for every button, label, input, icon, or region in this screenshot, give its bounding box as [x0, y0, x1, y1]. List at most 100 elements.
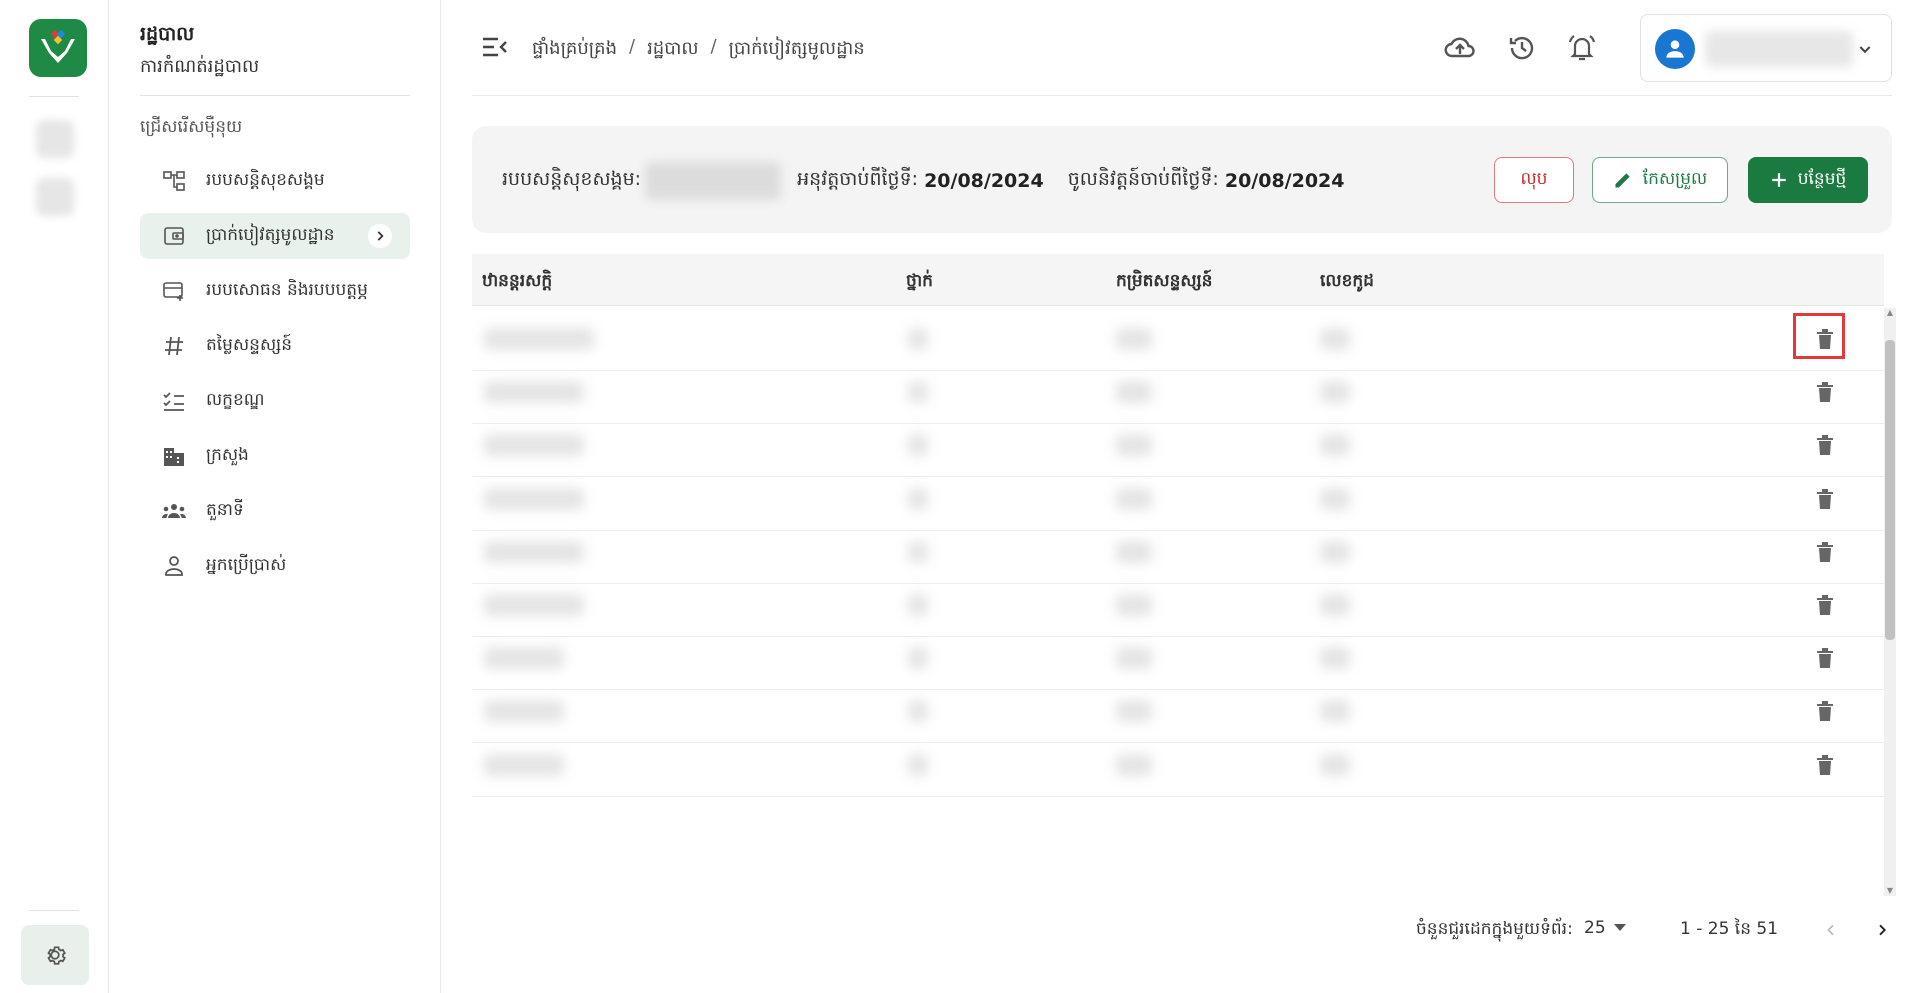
cell-rank-blurred	[484, 753, 564, 776]
row-delete-button[interactable]	[1812, 486, 1838, 512]
cell-code-blurred	[1320, 700, 1350, 723]
upload-button[interactable]	[1444, 32, 1476, 64]
column-header-index-level[interactable]: កម្រិតសន្ទស្សន៍	[1116, 270, 1212, 295]
cell-code-blurred	[1320, 540, 1350, 563]
column-header-class[interactable]: ថ្នាក់	[906, 270, 933, 295]
menu-item-label: តួនាទី	[206, 499, 244, 520]
rows-per-page-label: ចំនួនជួរដេកក្នុងមួយទំព័រ:	[1416, 919, 1573, 939]
settings-button[interactable]	[21, 925, 89, 985]
cell-rank-blurred	[484, 381, 584, 404]
history-button[interactable]	[1506, 32, 1538, 64]
data-table: ឋានន្តរសក្តិ ថ្នាក់ កម្រិតសន្ទស្សន៍ លេខក…	[472, 254, 1884, 894]
row-delete-button[interactable]	[1812, 752, 1838, 778]
retirement-date-value: 20/08/2024	[1224, 170, 1345, 192]
chevron-left-icon	[1827, 924, 1834, 936]
rail-blurred-item[interactable]	[36, 120, 74, 158]
cell-class-blurred	[908, 647, 928, 670]
breadcrumb-item-current: ប្រាក់បៀវត្សមូលដ្ឋាន	[728, 38, 865, 59]
row-delete-button[interactable]	[1812, 379, 1838, 405]
cell-rank-blurred	[484, 434, 584, 457]
menu-item-label: អ្នកប្រើប្រាស់	[206, 554, 287, 575]
cell-class-blurred	[908, 753, 928, 776]
salary-info-card: របបសន្តិសុខសង្គម: អនុវត្តចាប់ពីថ្ងៃទី: 2…	[472, 126, 1892, 233]
menu-item-roles[interactable]: តួនាទី	[140, 488, 410, 534]
scroll-up-icon[interactable]: ▲	[1885, 308, 1895, 318]
table-row[interactable]	[472, 732, 1884, 797]
bell-icon	[1568, 35, 1596, 61]
user-menu[interactable]	[1640, 14, 1892, 82]
rows-per-page-select[interactable]: 25	[1584, 918, 1626, 938]
row-delete-button[interactable]	[1812, 432, 1838, 458]
cell-rank-blurred	[484, 328, 594, 350]
app-root: រដ្ឋបាល ការកំណត់រដ្ឋបាល ជ្រើសរើសម៉ឺនុយ រ…	[0, 0, 1920, 993]
cell-rank-blurred	[484, 594, 584, 616]
breadcrumb-item-admin[interactable]: រដ្ឋបាល	[647, 36, 698, 63]
cell-code-blurred	[1320, 434, 1350, 457]
row-delete-button[interactable]	[1812, 592, 1838, 618]
rail-divider	[29, 910, 79, 911]
cell-rank-blurred	[484, 540, 584, 563]
cell-class-blurred	[908, 434, 928, 457]
hash-icon	[160, 332, 188, 360]
rail-blurred-item[interactable]	[36, 178, 74, 216]
add-new-button-label: បន្ថែមថ្មី	[1797, 168, 1847, 189]
cell-index-level-blurred	[1116, 434, 1152, 457]
row-delete-button[interactable]	[1812, 645, 1838, 671]
breadcrumb: ផ្ទាំងគ្រប់គ្រង / រដ្ឋបាល / ប្រាក់បៀវត្ស…	[532, 36, 865, 63]
cell-rank-blurred	[484, 700, 564, 723]
menu-item-label: របបសន្តិសុខសង្គម	[206, 169, 325, 190]
menu-item-ministry[interactable]: ក្រសួង	[140, 433, 410, 479]
row-delete-button[interactable]	[1812, 539, 1838, 565]
delete-button[interactable]: លុប	[1494, 157, 1574, 203]
top-header: ផ្ទាំងគ្រប់គ្រង / រដ្ឋបាល / ប្រាក់បៀវត្ស…	[472, 0, 1892, 96]
menu-item-index-value[interactable]: តម្លៃសន្ទស្សន៍	[140, 323, 410, 369]
menu-item-social-security[interactable]: របបសន្តិសុខសង្គម	[140, 158, 410, 204]
cell-class-blurred	[908, 540, 928, 563]
table-header: ឋានន្តរសក្តិ ថ្នាក់ កម្រិតសន្ទស្សន៍ លេខក…	[472, 254, 1884, 306]
scrollbar-thumb[interactable]	[1885, 340, 1895, 640]
chevron-right-icon	[1879, 924, 1886, 936]
trash-icon	[1817, 541, 1833, 562]
cell-rank-blurred	[484, 487, 584, 510]
app-logo[interactable]	[29, 19, 87, 77]
cell-index-level-blurred	[1116, 647, 1152, 670]
breadcrumb-item-dashboard[interactable]: ផ្ទាំងគ្រប់គ្រង	[532, 36, 617, 63]
trash-icon	[1817, 648, 1833, 669]
menu-item-label: របបសោធន និងរបបបត្តម្ភ	[206, 279, 368, 300]
column-header-rank[interactable]: ឋានន្តរសក្តិ	[482, 270, 552, 295]
building-icon	[160, 442, 188, 470]
group-icon	[160, 497, 188, 525]
cell-class-blurred	[908, 381, 928, 404]
add-new-button[interactable]: បន្ថែមថ្មី	[1748, 157, 1868, 203]
cell-class-blurred	[908, 487, 928, 510]
side-menu-section-label: ជ្រើសរើសម៉ឺនុយ	[140, 117, 243, 137]
menu-item-conditions[interactable]: លក្ខខណ្ឌ	[140, 378, 410, 424]
row-delete-button[interactable]	[1812, 698, 1838, 724]
side-menu-subtitle: ការកំណត់រដ្ឋបាល	[140, 56, 260, 77]
scheme-value-blurred	[645, 162, 782, 200]
side-menu-title: រដ្ឋបាល	[140, 23, 195, 45]
chevron-right-icon	[368, 224, 392, 248]
gear-icon	[47, 946, 66, 965]
scroll-down-icon[interactable]: ▼	[1885, 886, 1895, 896]
hands-logo-icon	[41, 29, 75, 63]
previous-page-button[interactable]	[1815, 914, 1847, 946]
edit-button[interactable]: កែសម្រួល	[1592, 157, 1728, 203]
cell-index-level-blurred	[1116, 487, 1152, 510]
cell-index-level-blurred	[1116, 540, 1152, 563]
column-header-code[interactable]: លេខកូដ	[1320, 270, 1374, 295]
menu-toggle-button[interactable]	[482, 36, 508, 58]
menu-item-label: តម្លៃសន្ទស្សន៍	[206, 334, 292, 355]
side-menu-divider	[140, 95, 410, 96]
notifications-button[interactable]	[1566, 32, 1598, 64]
cell-index-level-blurred	[1116, 700, 1152, 723]
table-scrollbar[interactable]: ▲ ▼	[1884, 308, 1896, 896]
menu-item-pension[interactable]: របបសោធន និងរបបបត្តម្ភ	[140, 268, 410, 314]
menu-item-users[interactable]: អ្នកប្រើប្រាស់	[140, 543, 410, 589]
menu-item-base-salary[interactable]: ប្រាក់បៀវត្សមូលដ្ឋាន	[140, 213, 410, 259]
side-menu: រដ្ឋបាល ការកំណត់រដ្ឋបាល ជ្រើសរើសម៉ឺនុយ រ…	[110, 0, 441, 993]
left-rail	[0, 0, 109, 993]
cell-index-level-blurred	[1116, 753, 1152, 776]
next-page-button[interactable]	[1866, 914, 1898, 946]
history-icon	[1509, 36, 1534, 60]
